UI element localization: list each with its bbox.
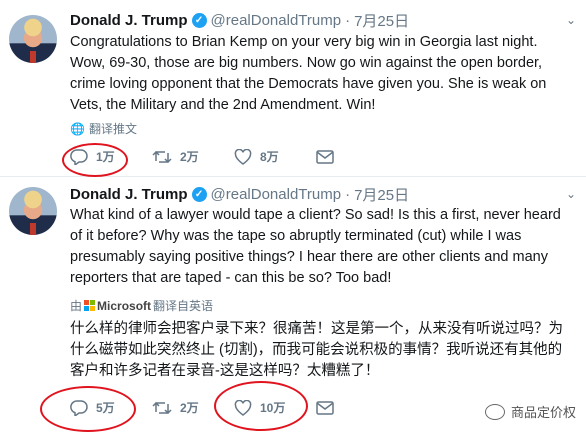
like-count: 8万 bbox=[260, 150, 279, 164]
reply-button[interactable]: 1万 bbox=[70, 148, 152, 165]
avatar[interactable] bbox=[9, 187, 57, 235]
watermark: 商品定价权 bbox=[484, 402, 576, 421]
watermark-text: 商品定价权 bbox=[510, 405, 576, 420]
heart-icon bbox=[234, 148, 252, 165]
direct-message-button[interactable] bbox=[316, 149, 398, 164]
like-button[interactable]: 8万 bbox=[234, 148, 316, 165]
translate-tweet-link[interactable]: 🌐 翻译推文 bbox=[70, 120, 137, 137]
tweet-actions: 5万 2万 10万 bbox=[70, 399, 398, 416]
chevron-down-icon[interactable]: ⌄ bbox=[566, 13, 576, 27]
retweet-button[interactable]: 2万 bbox=[152, 148, 234, 165]
reply-button[interactable]: 5万 bbox=[70, 399, 152, 416]
tweet-text: What kind of a lawyer would tape a clien… bbox=[70, 207, 561, 286]
verified-badge-icon: ✓ bbox=[191, 187, 207, 202]
user-handle[interactable]: @realDonaldTrump bbox=[211, 12, 342, 29]
translation-attribution: 由 Microsoft 翻译自英语 bbox=[70, 297, 213, 314]
translated-by-prefix: 由 bbox=[70, 299, 83, 313]
translator-name[interactable]: Microsoft bbox=[97, 299, 151, 313]
tweet-text: Congratulations to Brian Kemp on your ve… bbox=[70, 34, 547, 113]
display-name[interactable]: Donald J. Trump bbox=[70, 186, 188, 203]
envelope-icon bbox=[316, 400, 334, 415]
retweet-count: 2万 bbox=[180, 401, 199, 415]
user-handle[interactable]: @realDonaldTrump bbox=[211, 186, 342, 203]
like-button[interactable]: 10万 bbox=[234, 399, 316, 416]
reply-icon bbox=[70, 148, 88, 165]
verified-badge-icon: ✓ bbox=[191, 13, 207, 28]
tweet-1[interactable]: Donald J. Trump ✓ @realDonaldTrump · 7月2… bbox=[0, 0, 586, 177]
translated-text: 什么样的律师会把客户录下来？很痛苦！这是第一个，从来没有听说过吗？为什么磁带如此… bbox=[70, 321, 563, 379]
reply-count: 5万 bbox=[96, 401, 115, 415]
tweet-date[interactable]: 7月25日 bbox=[354, 10, 409, 31]
tweet-header: Donald J. Trump ✓ @realDonaldTrump · 7月2… bbox=[70, 184, 409, 205]
separator: · bbox=[345, 12, 351, 29]
envelope-icon bbox=[316, 149, 334, 164]
retweet-icon bbox=[152, 150, 172, 163]
retweet-icon bbox=[152, 401, 172, 414]
reply-count: 1万 bbox=[96, 150, 115, 164]
avatar[interactable] bbox=[9, 15, 57, 63]
wechat-icon bbox=[484, 403, 505, 420]
like-count: 10万 bbox=[260, 401, 286, 415]
separator: · bbox=[345, 186, 351, 203]
globe-icon: 🌐 bbox=[70, 121, 85, 136]
chevron-down-icon[interactable]: ⌄ bbox=[566, 187, 576, 201]
translate-tweet-label: 翻译推文 bbox=[88, 122, 137, 136]
display-name[interactable]: Donald J. Trump bbox=[70, 12, 188, 29]
retweet-button[interactable]: 2万 bbox=[152, 399, 234, 416]
tweet-date[interactable]: 7月25日 bbox=[354, 184, 409, 205]
direct-message-button[interactable] bbox=[316, 400, 398, 415]
heart-icon bbox=[234, 399, 252, 416]
retweet-count: 2万 bbox=[180, 150, 199, 164]
tweet-actions: 1万 2万 8万 bbox=[70, 148, 398, 165]
tweet-2[interactable]: Donald J. Trump ✓ @realDonaldTrump · 7月2… bbox=[0, 177, 586, 431]
translated-by-suffix: 翻译自英语 bbox=[153, 299, 214, 313]
reply-icon bbox=[70, 399, 88, 416]
microsoft-logo-icon bbox=[84, 300, 96, 311]
tweet-header: Donald J. Trump ✓ @realDonaldTrump · 7月2… bbox=[70, 10, 409, 31]
